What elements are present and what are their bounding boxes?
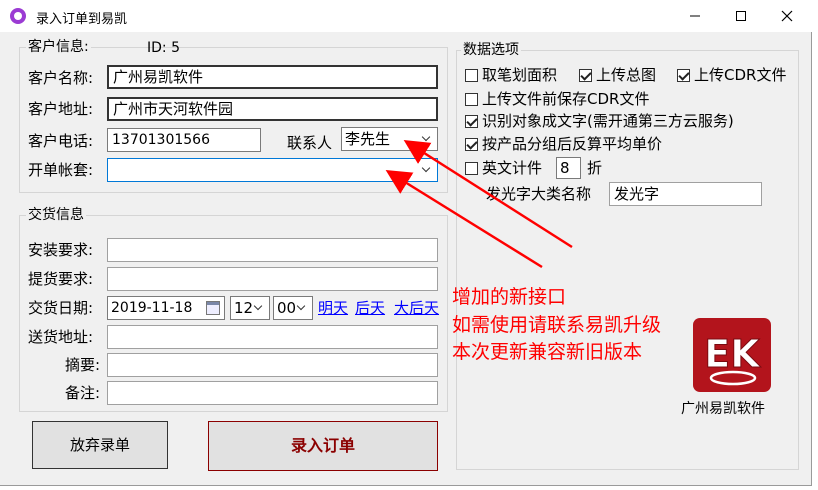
ship-address-label: 送货地址: [28,328,94,346]
pickup-label: 提货要求: [28,270,94,288]
logo-letters: EK [704,332,761,376]
summary-label: 摘要: [64,356,100,374]
data-options-title: 数据选项 [461,41,521,59]
submit-order-button[interactable]: 录入订单 [208,421,438,471]
day-after-link[interactable]: 后天 [355,298,385,318]
chevron-down-icon[interactable] [295,300,309,316]
customer-phone-input[interactable]: 13701301566 [107,128,261,152]
english-count-checkbox[interactable] [465,162,478,175]
contact-label: 联系人 [287,134,333,152]
customer-name-input[interactable]: 广州易凯软件 [107,65,438,89]
customer-id: ID: 5 [147,40,180,56]
group-average-label: 按产品分组后反算平均单价 [482,135,663,153]
summary-input[interactable] [107,353,438,377]
recognize-text-label: 识别对象成文字(需开通第三方云服务) [482,112,734,130]
calendar-icon[interactable] [206,301,220,315]
english-count-option[interactable]: 英文计件 [465,157,565,179]
customer-address-label: 客户地址: [28,100,94,118]
account-label: 开单帐套: [28,161,94,179]
luminous-category-input[interactable]: 发光字 [609,182,762,206]
chevron-down-icon[interactable] [252,300,266,316]
save-before-upload-label: 上传文件前保存CDR文件 [482,90,650,108]
cancel-order-button[interactable]: 放弃录单 [32,421,168,469]
close-icon [781,10,793,21]
customer-name-label: 客户名称: [28,69,94,87]
minimize-icon [690,15,700,16]
pen-area-checkbox[interactable] [465,69,478,82]
group-average-option[interactable]: 按产品分组后反算平均单价 [465,133,795,155]
contact-combo[interactable]: 李先生 [341,127,438,151]
install-input[interactable] [107,238,438,262]
customer-address-input[interactable]: 广州市天河软件园 [107,97,438,121]
maximize-icon [736,10,746,21]
note-input[interactable] [107,381,438,405]
annotation-line-2: 如需使用请联系易凯升级 [452,314,662,336]
company-logo: EK [693,318,771,392]
english-count-label: 英文计件 [482,159,543,177]
app-icon [10,8,26,24]
contact-value: 李先生 [345,130,391,148]
hour-select[interactable]: 12 [230,296,270,320]
date-picker[interactable]: 2019-11-18 [107,296,225,320]
group-average-checkbox[interactable] [465,138,478,151]
three-days-link[interactable]: 大后天 [394,298,439,318]
chevron-down-icon[interactable] [420,131,434,147]
upload-overview-label: 上传总图 [596,66,657,84]
delivery-info-title: 交货信息 [26,206,86,224]
recognize-text-checkbox[interactable] [465,115,478,128]
ship-address-input[interactable] [107,325,438,349]
company-name: 广州易凯软件 [681,401,765,417]
maximize-button[interactable] [718,0,764,30]
save-before-upload-option[interactable]: 上传文件前保存CDR文件 [465,88,795,110]
minute-value: 00 [277,299,297,317]
annotation-line-3: 本次更新兼容新旧版本 [452,341,643,363]
options-row-1: 取笔划面积 上传总图 上传CDR文件 [465,64,795,86]
ek-logo-graphic: EK [704,332,762,386]
english-count-input[interactable]: 8 [556,157,581,179]
save-before-upload-checkbox[interactable] [465,93,478,106]
upload-overview-checkbox[interactable] [579,69,592,82]
pen-area-label: 取笔划面积 [482,66,558,84]
pickup-input[interactable] [107,267,438,291]
note-label: 备注: [64,384,100,402]
chevron-down-icon[interactable] [420,162,434,178]
tomorrow-link[interactable]: 明天 [318,298,348,318]
account-combo[interactable] [107,158,438,182]
english-count-suffix: 折 [587,159,603,177]
install-label: 安装要求: [28,241,94,259]
order-entry-window: 录入订单到易凯 客户信息: ID: 5 客户名称: 广州易凯软件 客户地址: 广… [0,0,812,486]
date-label: 交货日期: [28,299,94,317]
minimize-button[interactable] [672,0,718,30]
date-value: 2019-11-18 [111,300,193,316]
annotation-line-1: 增加的新接口 [452,286,567,308]
window-title: 录入订单到易凯 [36,12,128,27]
hour-value: 12 [234,299,254,317]
title-bar[interactable]: 录入订单到易凯 [0,0,812,32]
upload-cdr-checkbox[interactable] [677,69,690,82]
customer-info-title: 客户信息: [26,38,91,56]
luminous-category-label: 发光字大类名称 [486,185,592,203]
recognize-text-option[interactable]: 识别对象成文字(需开通第三方云服务) [465,110,795,132]
upload-cdr-label: 上传CDR文件 [694,66,787,84]
close-button[interactable] [764,0,810,30]
customer-phone-label: 客户电话: [28,132,94,150]
minute-select[interactable]: 00 [273,296,313,320]
